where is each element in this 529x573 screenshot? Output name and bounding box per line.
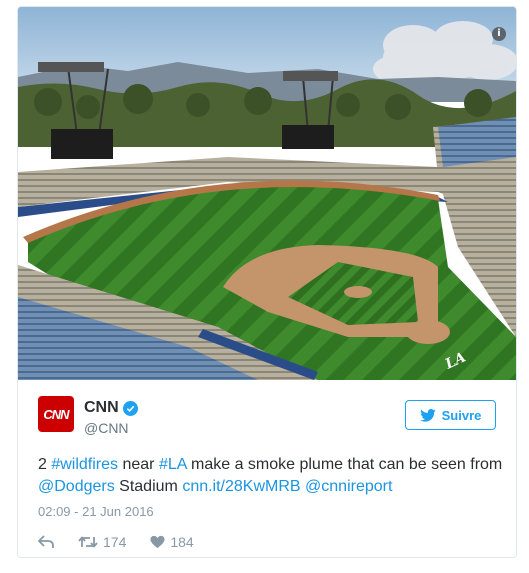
reply-icon: [38, 535, 54, 548]
text-part: make a smoke plume that can be seen from: [186, 456, 503, 473]
text-part: Stadium: [114, 478, 183, 495]
retweet-button[interactable]: 174: [78, 534, 126, 550]
hashtag-link-wildfires[interactable]: #wildfires: [51, 456, 118, 473]
avatar-logo-text: CNN: [43, 406, 69, 422]
reply-button[interactable]: [38, 535, 54, 549]
tweet-text: 2 #wildfires near #LA make a smoke plume…: [38, 454, 508, 498]
twitter-bird-icon: [419, 408, 436, 422]
tweet-body: CNN CNN @CNN Suivre 2 #wildfires near #L…: [18, 380, 516, 557]
heart-icon: [150, 535, 165, 549]
retweet-icon: [78, 536, 98, 548]
like-button[interactable]: 184: [150, 534, 194, 550]
verified-icon: [122, 400, 138, 416]
like-count: 184: [170, 534, 194, 550]
tweet-card: LA i CNN CNN @CNN Suivre 2 #wildfires ne…: [17, 6, 517, 558]
info-icon[interactable]: i: [492, 27, 506, 41]
text-part: 2: [38, 456, 52, 473]
retweet-count: 174: [103, 534, 127, 550]
mention-link-dodgers[interactable]: @Dodgers: [38, 478, 115, 495]
avatar[interactable]: CNN: [38, 396, 74, 432]
hashtag-link-la[interactable]: #LA: [159, 456, 187, 473]
handle[interactable]: @CNN: [84, 420, 129, 436]
mention-link-cnnireport[interactable]: @cnnireport: [305, 478, 392, 495]
display-name[interactable]: CNN: [84, 399, 119, 417]
url-link[interactable]: cnn.it/28KwMRB: [182, 478, 300, 495]
timestamp[interactable]: 02:09 - 21 Jun 2016: [38, 504, 154, 519]
stadium-image: LA: [18, 7, 516, 380]
follow-label: Suivre: [441, 407, 482, 423]
follow-button[interactable]: Suivre: [405, 400, 496, 430]
tweet-photo[interactable]: LA i: [18, 7, 516, 380]
tweet-actions: 174 184: [38, 534, 218, 550]
text-part: near: [118, 456, 159, 473]
author-name-row[interactable]: CNN: [84, 399, 138, 417]
